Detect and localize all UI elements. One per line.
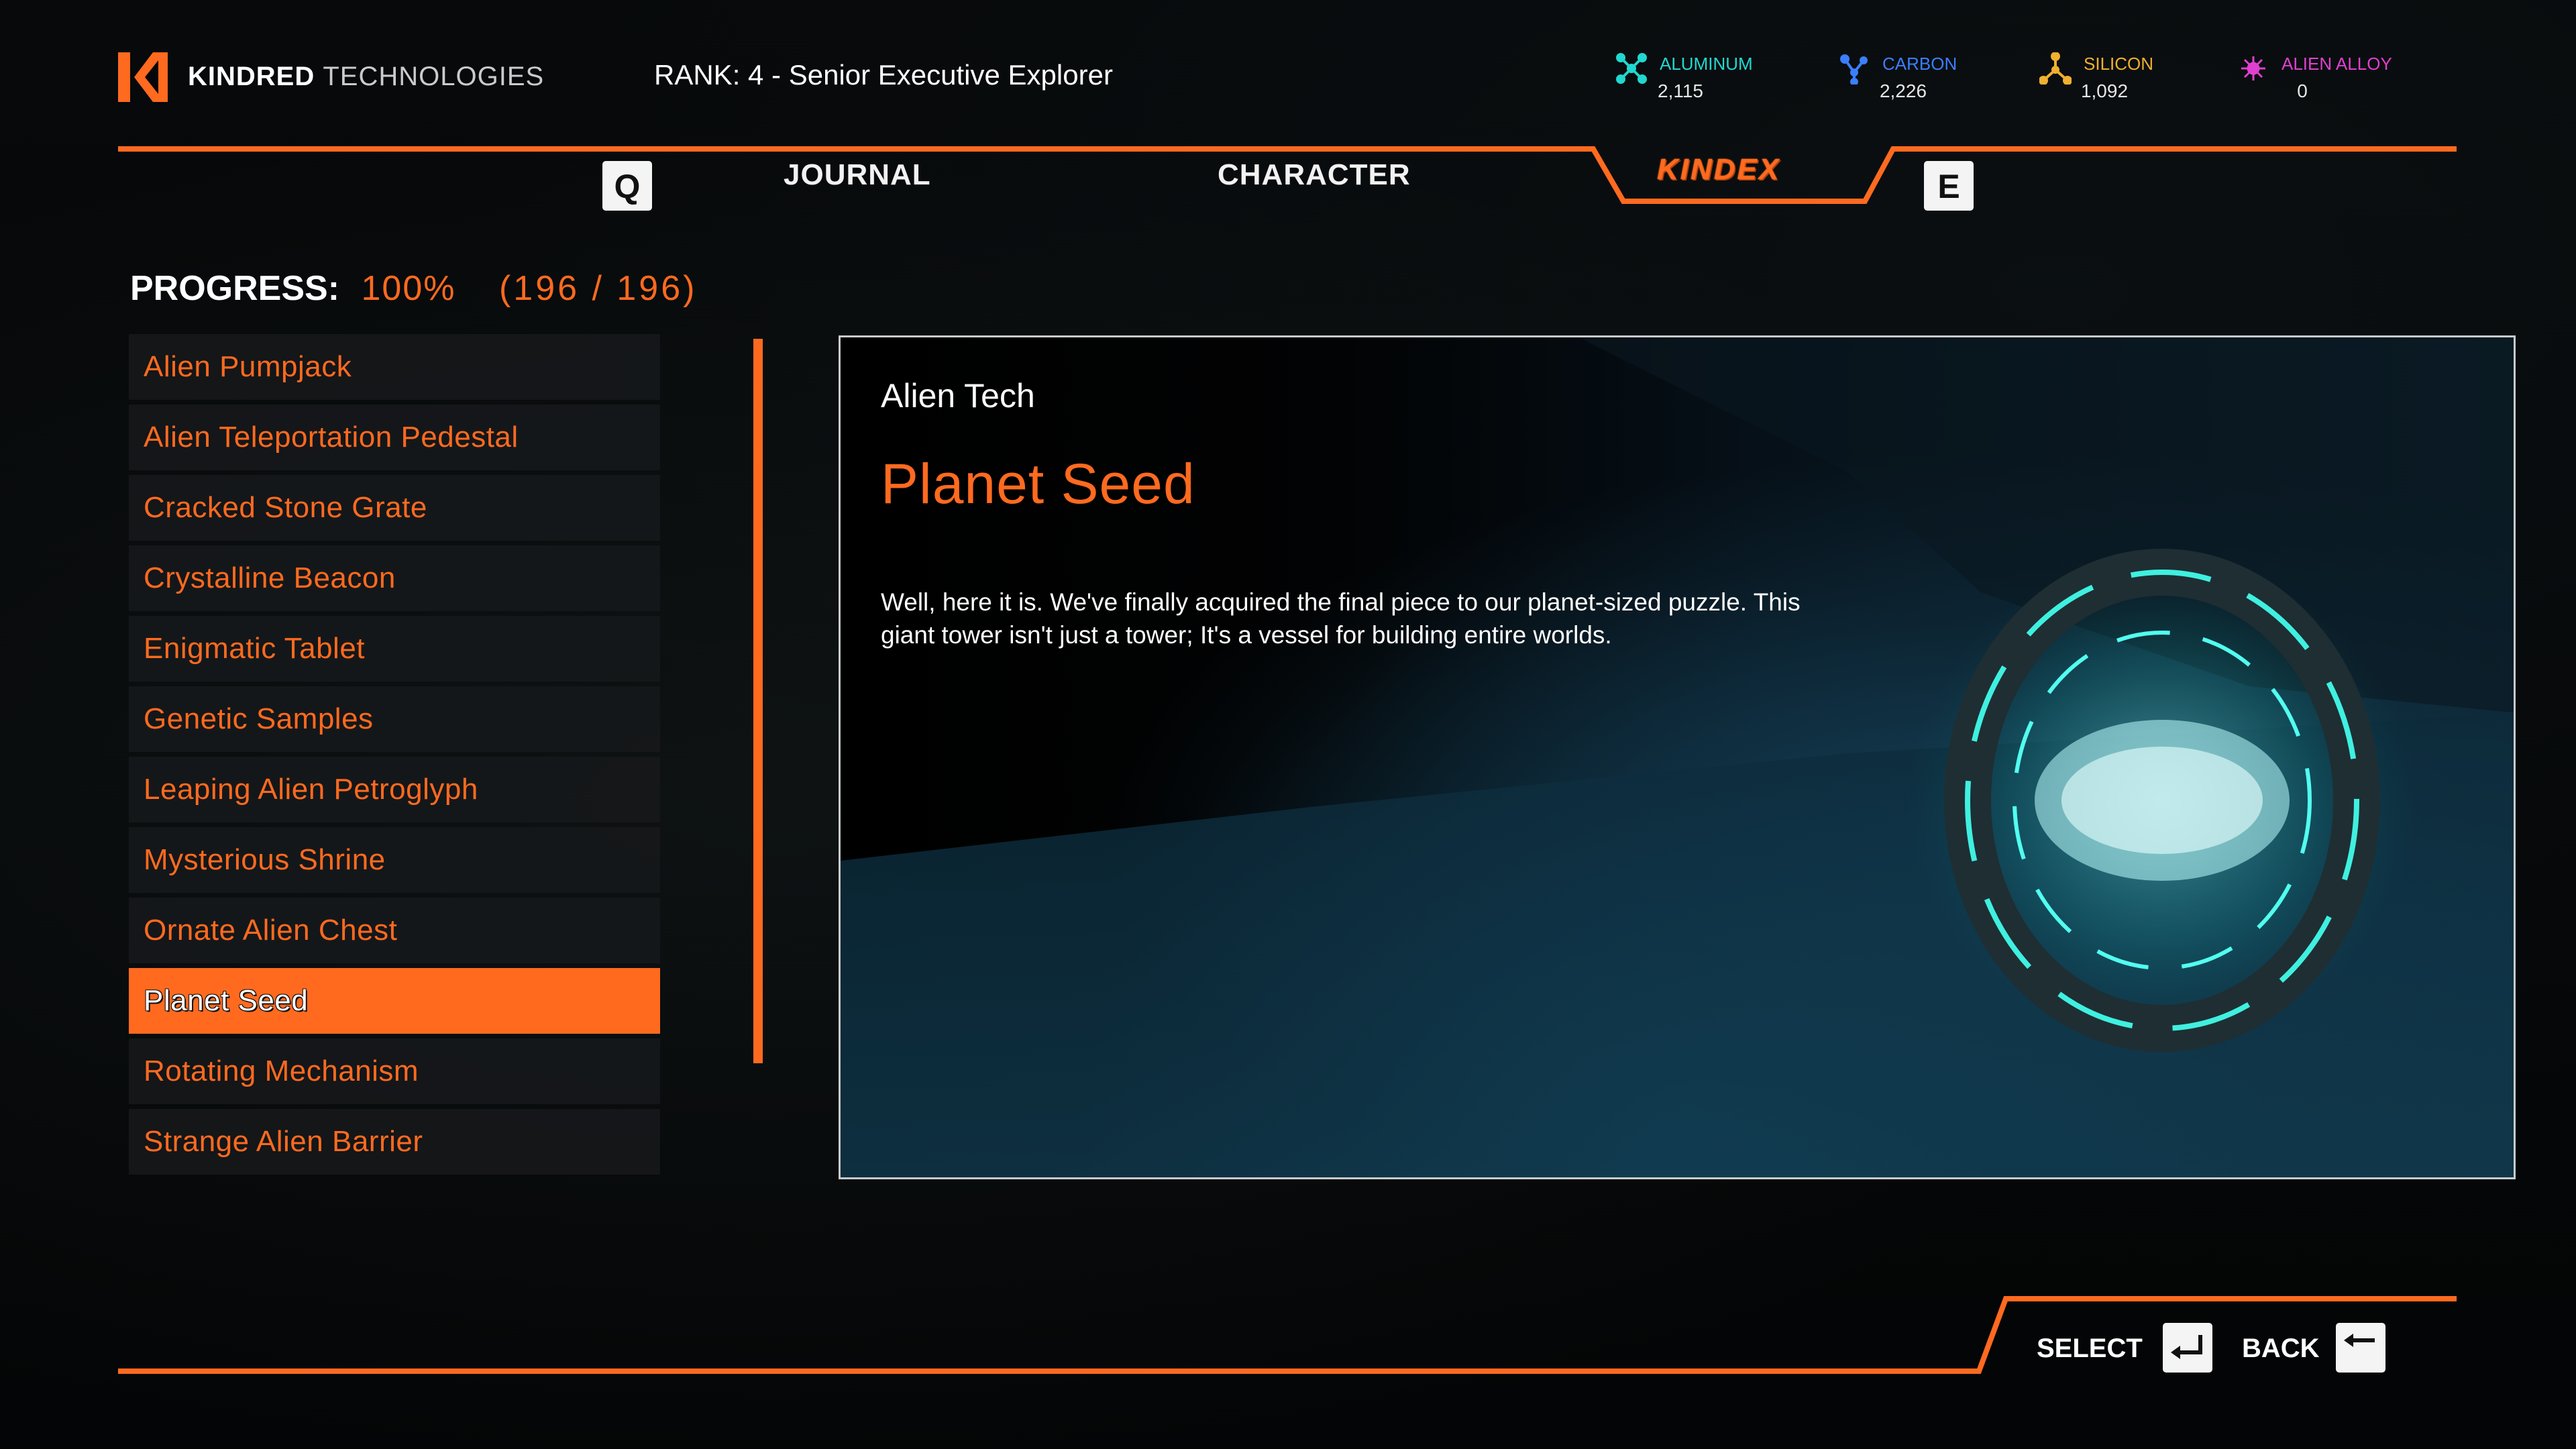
resource-value: 0 — [2297, 80, 2308, 101]
next-tab-key-e[interactable]: E — [1924, 161, 1974, 211]
list-item[interactable]: Cracked Stone Grate — [129, 475, 660, 541]
brand-primary: KINDRED — [188, 62, 315, 91]
back-button[interactable] — [2336, 1323, 2385, 1373]
entry-category: Alien Tech — [881, 377, 1035, 415]
brand-name: KINDRED TECHNOLOGIES — [188, 62, 544, 92]
tab-journal[interactable]: JOURNAL — [784, 158, 931, 192]
list-item[interactable]: Genetic Samples — [129, 686, 660, 752]
resource-carbon: CARBON 2,226 — [1838, 50, 2012, 110]
list-item[interactable]: Enigmatic Tablet — [129, 616, 660, 682]
entry-detail-panel: Alien Tech Planet Seed Well, here it is.… — [839, 335, 2516, 1179]
prev-tab-key-q[interactable]: Q — [602, 161, 652, 211]
backspace-key-icon — [2344, 1334, 2375, 1347]
resource-name: ALIEN ALLOY — [2282, 54, 2392, 74]
select-label: SELECT — [2037, 1334, 2143, 1363]
enter-key-icon — [2171, 1335, 2202, 1359]
aluminum-molecule-icon — [1616, 53, 1647, 84]
silicon-molecule-icon — [2039, 52, 2072, 85]
resource-name: SILICON — [2084, 54, 2154, 74]
resource-aluminum: ALUMINUM 2,115 — [1615, 50, 1790, 110]
list-item[interactable]: Ornate Alien Chest — [129, 898, 660, 963]
progress-percent: 100% — [361, 269, 456, 308]
list-item[interactable]: Crystalline Beacon — [129, 545, 660, 611]
entry-title: Planet Seed — [881, 452, 1195, 515]
entry-description: Well, here it is. We've finally acquired… — [881, 588, 1801, 649]
back-label: BACK — [2242, 1334, 2320, 1363]
select-button[interactable] — [2163, 1323, 2212, 1373]
kindex-screen: KINDRED TECHNOLOGIES RANK: 4 - Senior Ex… — [0, 0, 2576, 1449]
player-rank: RANK: 4 - Senior Executive Explorer — [654, 59, 1113, 91]
list-item[interactable]: Leaping Alien Petroglyph — [129, 757, 660, 822]
resource-name: CARBON — [1882, 54, 1957, 74]
resource-value: 2,226 — [1879, 80, 1927, 101]
tab-character[interactable]: CHARACTER — [1218, 158, 1411, 192]
list-item[interactable]: Alien Teleportation Pedestal — [129, 405, 660, 470]
resource-silicon: SILICON 1,092 — [2039, 50, 2214, 110]
alien-alloy-icon — [2241, 56, 2265, 80]
resource-name: ALUMINUM — [1660, 54, 1753, 74]
list-item[interactable]: Rotating Mechanism — [129, 1038, 660, 1104]
kindred-logo-icon — [118, 52, 168, 102]
list-item[interactable]: Mysterious Shrine — [129, 827, 660, 893]
tab-rail — [118, 146, 2457, 204]
resource-alien-alloy: ALIEN ALLOY 0 — [2237, 50, 2412, 110]
progress-summary: PROGRESS: 100% (196 / 196) — [130, 268, 697, 309]
list-item[interactable]: Strange Alien Barrier — [129, 1109, 660, 1175]
progress-label: PROGRESS: — [130, 269, 340, 308]
progress-count: (196 / 196) — [498, 269, 698, 308]
brand-secondary: TECHNOLOGIES — [323, 62, 545, 91]
list-item[interactable]: Alien Pumpjack — [129, 334, 660, 400]
carbon-molecule-icon — [1840, 54, 1868, 85]
kindex-entry-list: Alien Pumpjack Alien Teleportation Pedes… — [129, 334, 660, 1179]
tab-kindex[interactable]: KINDEX — [1657, 153, 1780, 186]
resource-value: 1,092 — [2080, 80, 2129, 101]
resource-value: 2,115 — [1658, 80, 1703, 101]
list-scrollbar[interactable] — [753, 339, 763, 1063]
list-item-selected[interactable]: Planet Seed — [129, 968, 660, 1034]
